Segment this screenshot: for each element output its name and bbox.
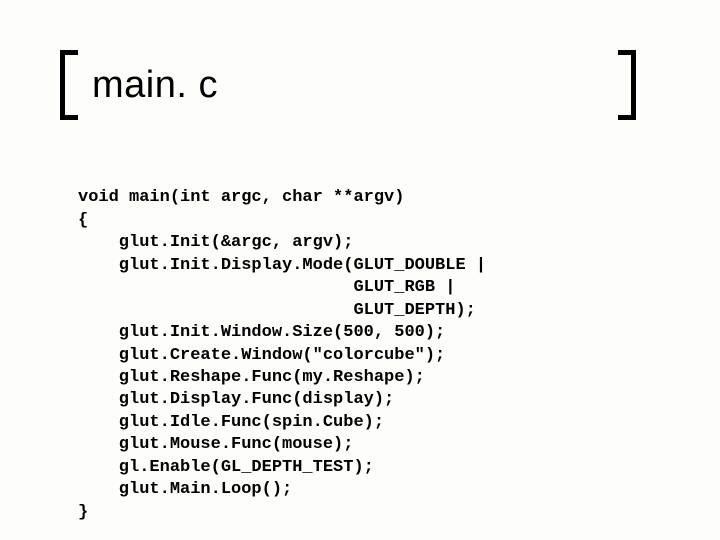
slide-title: main. c bbox=[86, 64, 224, 107]
code-line: glut.Init.Window.Size(500, 500); bbox=[78, 323, 445, 342]
code-line: glut.Mouse.Func(mouse); bbox=[78, 435, 353, 454]
code-line: glut.Main.Loop(); bbox=[78, 480, 292, 499]
code-line: } bbox=[78, 503, 88, 522]
code-line: gl.Enable(GL_DEPTH_TEST); bbox=[78, 458, 374, 477]
code-line: void main(int argc, char **argv) bbox=[78, 188, 404, 207]
code-line: { bbox=[78, 211, 88, 230]
code-line: GLUT_DEPTH); bbox=[78, 301, 476, 320]
bracket-right-icon bbox=[618, 50, 636, 120]
code-block: void main(int argc, char **argv) { glut.… bbox=[78, 165, 486, 524]
slide-title-wrap: main. c bbox=[60, 50, 224, 120]
code-line: glut.Init(&argc, argv); bbox=[78, 233, 353, 252]
bracket-left-icon bbox=[60, 50, 78, 120]
code-line: glut.Idle.Func(spin.Cube); bbox=[78, 413, 384, 432]
code-line: glut.Reshape.Func(my.Reshape); bbox=[78, 368, 425, 387]
code-line: glut.Display.Func(display); bbox=[78, 390, 394, 409]
code-line: glut.Create.Window("colorcube"); bbox=[78, 346, 445, 365]
code-line: glut.Init.Display.Mode(GLUT_DOUBLE | bbox=[78, 256, 486, 275]
code-line: GLUT_RGB | bbox=[78, 278, 455, 297]
